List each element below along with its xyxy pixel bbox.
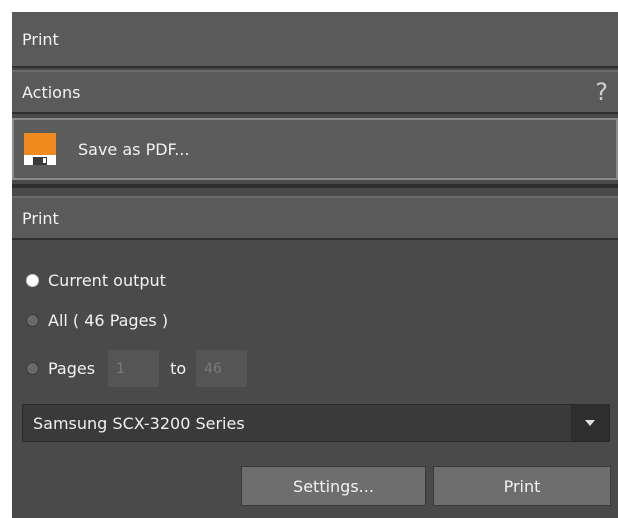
radio-button[interactable] xyxy=(26,362,39,375)
print-button[interactable]: Print xyxy=(433,466,611,506)
print-dialog: Print Actions ? Save as PDF... Print Cur… xyxy=(12,12,618,518)
printer-dropdown-button[interactable] xyxy=(571,405,609,441)
radio-current-output[interactable]: Current output xyxy=(26,271,166,290)
chevron-down-icon xyxy=(585,420,595,426)
radio-label: All ( 46 Pages ) xyxy=(48,311,169,330)
floppy-disk-icon xyxy=(24,133,56,165)
printer-selected-value: Samsung SCX-3200 Series xyxy=(33,413,245,433)
help-icon[interactable]: ? xyxy=(595,76,608,108)
save-as-pdf-button[interactable]: Save as PDF... xyxy=(12,118,618,180)
radio-all-pages[interactable]: All ( 46 Pages ) xyxy=(26,311,168,330)
actions-title: Actions xyxy=(22,82,81,102)
radio-label: Pages xyxy=(48,359,96,378)
radio-label: Current output xyxy=(48,271,166,290)
window-title: Print xyxy=(22,29,59,49)
radio-button[interactable] xyxy=(26,274,39,287)
radio-button[interactable] xyxy=(26,314,39,327)
page-from-input[interactable] xyxy=(108,350,160,387)
save-as-pdf-label: Save as PDF... xyxy=(78,139,190,159)
window-title-bar: Print xyxy=(12,12,618,68)
print-section-title: Print xyxy=(22,208,59,228)
print-section-header: Print xyxy=(12,196,618,240)
page-to-input[interactable] xyxy=(196,350,248,387)
to-label: to xyxy=(170,359,187,378)
printer-select[interactable]: Samsung SCX-3200 Series xyxy=(22,404,610,442)
actions-header: Actions ? xyxy=(12,70,618,114)
radio-page-range[interactable]: Pages to xyxy=(26,350,248,387)
section-divider xyxy=(12,184,618,188)
settings-button[interactable]: Settings... xyxy=(241,466,426,506)
